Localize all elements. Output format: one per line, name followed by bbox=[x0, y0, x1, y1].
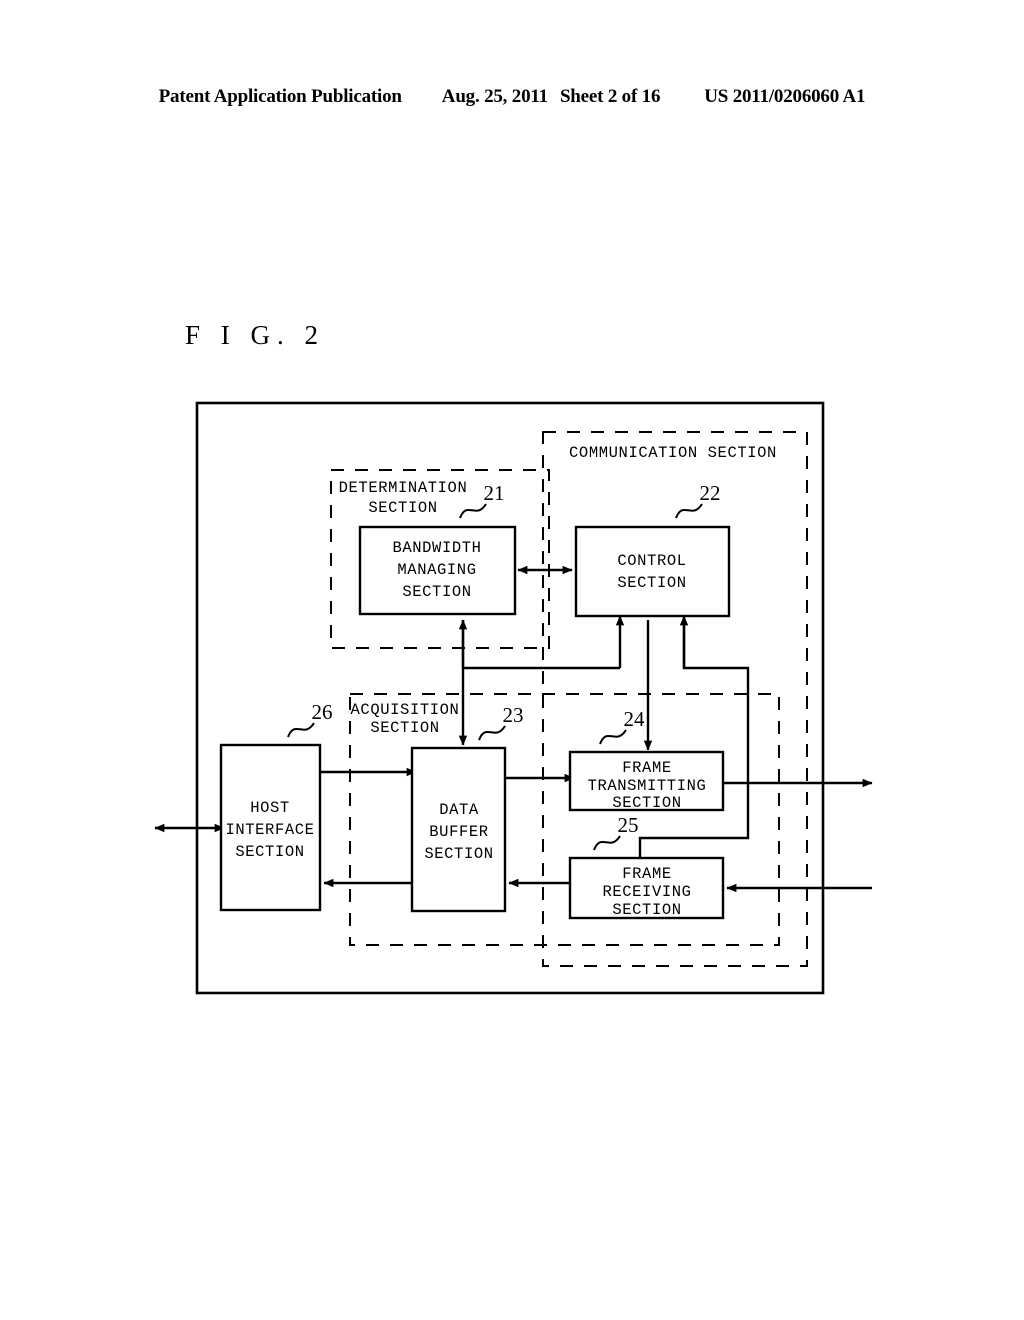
leader-22 bbox=[675, 503, 703, 519]
bandwidth-managing-section-line3: SECTION bbox=[402, 583, 471, 601]
ref-number-25: 25 bbox=[618, 813, 639, 837]
data-buffer-section-line2: BUFFER bbox=[429, 823, 488, 841]
host-interface-section-line1: HOST bbox=[250, 799, 290, 817]
bandwidth-managing-section-line2: MANAGING bbox=[397, 561, 476, 579]
leader-21 bbox=[459, 503, 487, 519]
leader-23 bbox=[478, 725, 506, 741]
determination-section-label-line1: DETERMINATION bbox=[339, 479, 468, 497]
host-interface-section-line3: SECTION bbox=[235, 843, 304, 861]
frame-receiving-section-line3: SECTION bbox=[612, 901, 681, 919]
ref-number-26: 26 bbox=[312, 700, 333, 724]
frame-receiving-section-line1: FRAME bbox=[622, 865, 672, 883]
ref-number-24: 24 bbox=[624, 707, 646, 731]
patent-page: Patent Application Publication Aug. 25, … bbox=[0, 0, 1024, 1320]
host-interface-section-line2: INTERFACE bbox=[225, 821, 314, 839]
data-buffer-section-line3: SECTION bbox=[424, 845, 493, 863]
ref-number-22: 22 bbox=[700, 481, 721, 505]
leader-24 bbox=[599, 729, 627, 745]
frame-transmitting-section-line1: FRAME bbox=[622, 759, 672, 777]
acquisition-section-label-line2: SECTION bbox=[370, 719, 439, 737]
control-section-box[interactable] bbox=[574, 525, 731, 618]
bandwidth-managing-section-line1: BANDWIDTH bbox=[392, 539, 481, 557]
control-section-line1: CONTROL bbox=[617, 552, 686, 570]
control-section-line2: SECTION bbox=[617, 574, 686, 592]
ref-number-23: 23 bbox=[503, 703, 524, 727]
figure-diagram: COMMUNICATION SECTION DETERMINATION SECT… bbox=[154, 401, 873, 995]
connector-frames-to-control-path bbox=[638, 616, 750, 858]
acquisition-section-label-line1: ACQUISITION bbox=[351, 701, 460, 719]
communication-section-label: COMMUNICATION SECTION bbox=[569, 444, 777, 462]
leader-26 bbox=[287, 722, 315, 738]
leader-25 bbox=[593, 835, 621, 851]
frame-transmitting-section-line2: TRANSMITTING bbox=[588, 777, 707, 795]
data-buffer-section-line1: DATA bbox=[439, 801, 479, 819]
determination-section-label-line2: SECTION bbox=[368, 499, 437, 517]
frame-receiving-section-line2: RECEIVING bbox=[602, 883, 691, 901]
frame-transmitting-section-line3: SECTION bbox=[612, 794, 681, 812]
ref-number-21: 21 bbox=[484, 481, 505, 505]
